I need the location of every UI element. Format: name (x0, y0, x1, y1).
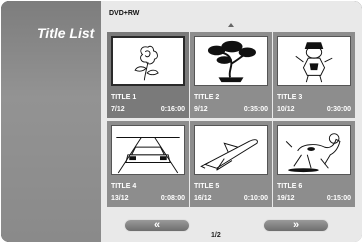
dog-icon (277, 125, 351, 175)
dvd-menu-screen: Title List DVD+RW TITLE 1 7/12 0:16:00 T… (1, 1, 362, 242)
title-name: TITLE 4 (111, 183, 137, 190)
previous-page-button[interactable]: « (124, 219, 190, 232)
sidebar: Title List (1, 1, 101, 242)
car-on-road-icon (111, 125, 185, 175)
title-date: 13/12 (111, 195, 129, 202)
title-date: 19/12 (277, 195, 295, 202)
title-list-panel: DVD+RW TITLE 1 7/12 0:16:00 TITLE 2 9/12… (101, 1, 362, 242)
title-tile-4[interactable]: TITLE 4 13/12 0:08:00 (107, 121, 189, 207)
scroll-up-arrow-icon[interactable] (228, 23, 234, 27)
rose-icon (111, 36, 185, 86)
title-duration: 0:30:00 (326, 106, 351, 113)
title-tile-5[interactable]: TITLE 5 16/12 0:10:00 (190, 121, 272, 207)
title-tile-6[interactable]: TITLE 6 19/12 0:15:00 (273, 121, 355, 207)
title-date: 10/12 (277, 106, 295, 113)
page-title: Title List (37, 25, 95, 41)
title-date: 7/12 (111, 106, 125, 113)
title-name: TITLE 1 (111, 94, 137, 101)
title-name: TITLE 2 (194, 94, 220, 101)
bonsai-tree-icon (194, 36, 268, 86)
page-indicator: 1/2 (211, 232, 221, 239)
title-duration: 0:10:00 (243, 195, 268, 202)
title-duration: 0:08:00 (160, 195, 185, 202)
pagination-bar: « 1/2 » (101, 209, 362, 242)
space-shuttle-icon (194, 125, 268, 175)
title-duration: 0:15:00 (326, 195, 351, 202)
title-duration: 0:35:00 (243, 106, 268, 113)
cartoon-character-icon (277, 36, 351, 86)
title-name: TITLE 6 (277, 183, 303, 190)
title-date: 9/12 (194, 106, 208, 113)
next-page-button[interactable]: » (263, 219, 329, 232)
disc-type-label: DVD+RW (109, 10, 140, 17)
title-tile-3[interactable]: TITLE 3 10/12 0:30:00 (273, 32, 355, 118)
title-tile-1[interactable]: TITLE 1 7/12 0:16:00 (107, 32, 189, 118)
title-name: TITLE 5 (194, 183, 220, 190)
title-tile-2[interactable]: TITLE 2 9/12 0:35:00 (190, 32, 272, 118)
title-name: TITLE 3 (277, 94, 303, 101)
title-date: 16/12 (194, 195, 212, 202)
title-duration: 0:16:00 (160, 106, 185, 113)
